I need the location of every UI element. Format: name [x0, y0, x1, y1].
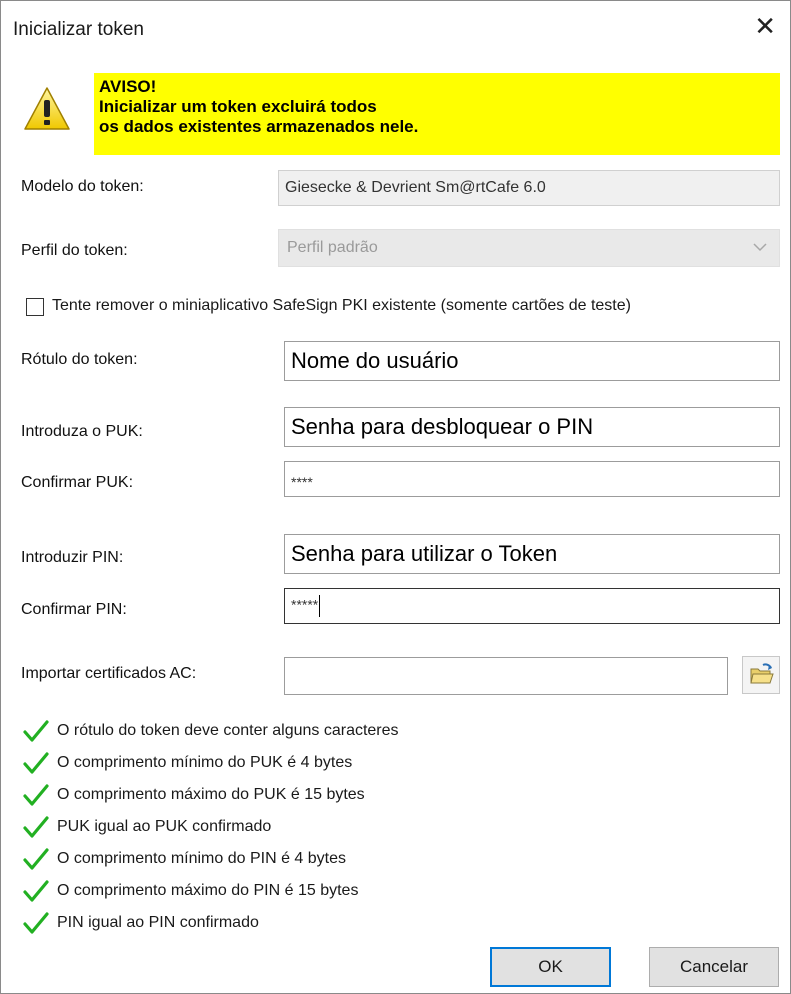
checkmark-icon	[23, 879, 49, 903]
token-label-input[interactable]: Nome do usuário	[284, 341, 780, 381]
ok-button[interactable]: OK	[490, 947, 611, 987]
pin-label: Introduzir PIN:	[21, 549, 124, 566]
browse-folder-button[interactable]	[742, 656, 780, 694]
confirm-puk-label: Confirmar PUK:	[21, 474, 134, 491]
validation-text: O comprimento máximo do PUK é 15 bytes	[57, 786, 365, 803]
close-button[interactable]: ✕	[754, 13, 776, 39]
checkmark-icon	[23, 815, 49, 839]
cancel-button[interactable]: Cancelar	[649, 947, 779, 987]
checkmark-icon	[23, 911, 49, 935]
validation-text: PIN igual ao PIN confirmado	[57, 914, 259, 931]
remove-applet-label[interactable]: Tente remover o miniaplicativo SafeSign …	[52, 297, 631, 315]
confirm-pin-value: *****	[291, 596, 319, 613]
validation-text: O comprimento mínimo do PIN é 4 bytes	[57, 850, 346, 867]
token-label-value: Nome do usuário	[291, 348, 459, 373]
warning-text: AVISO! Inicializar um token excluirá tod…	[99, 77, 418, 137]
pin-input[interactable]: Senha para utilizar o Token	[284, 534, 780, 574]
confirm-pin-value-wrap: *****	[291, 595, 321, 617]
puk-input[interactable]: Senha para desbloquear o PIN	[284, 407, 780, 447]
token-profile-value: Perfil padrão	[287, 239, 378, 256]
confirm-pin-label: Confirmar PIN:	[21, 601, 127, 618]
warning-line-1: Inicializar um token excluirá todos	[99, 97, 377, 116]
checkmark-icon	[23, 847, 49, 871]
validation-text: O comprimento mínimo do PUK é 4 bytes	[57, 754, 353, 771]
title-bar: Inicializar token ✕	[1, 1, 790, 53]
checkmark-icon	[23, 751, 49, 775]
window-title: Inicializar token	[13, 19, 144, 40]
token-label-label: Rótulo do token:	[21, 351, 138, 368]
puk-label: Introduza o PUK:	[21, 423, 143, 440]
dialog-window: Inicializar token ✕ AVISO! Inicializar u…	[0, 0, 791, 994]
validation-text: PUK igual ao PUK confirmado	[57, 818, 272, 835]
text-cursor	[319, 595, 321, 617]
checkmark-icon	[23, 783, 49, 807]
token-model-value: Giesecke & Devrient Sm@rtCafe 6.0	[285, 179, 546, 196]
confirm-pin-input[interactable]: *****	[284, 588, 780, 624]
confirm-puk-input[interactable]: ****	[284, 461, 780, 497]
warning-line-2: os dados existentes armazenados nele.	[99, 117, 419, 136]
warning-heading: AVISO!	[99, 77, 157, 96]
folder-open-icon	[750, 663, 774, 684]
token-model-field: Giesecke & Devrient Sm@rtCafe 6.0	[278, 170, 780, 206]
import-ca-label: Importar certificados AC:	[21, 665, 197, 682]
puk-value: Senha para desbloquear o PIN	[291, 414, 594, 439]
warning-triangle-icon	[23, 85, 71, 133]
validation-text: O rótulo do token deve conter alguns car…	[57, 722, 399, 739]
checkmark-icon	[23, 719, 49, 743]
token-profile-select[interactable]: Perfil padrão	[278, 229, 780, 267]
remove-applet-checkbox[interactable]	[26, 298, 44, 316]
token-model-label: Modelo do token:	[21, 178, 144, 195]
pin-value: Senha para utilizar o Token	[291, 541, 558, 566]
confirm-puk-value: ****	[291, 474, 313, 490]
import-ca-input[interactable]	[284, 657, 728, 695]
token-profile-label: Perfil do token:	[21, 242, 128, 259]
chevron-down-icon	[753, 240, 767, 255]
validation-text: O comprimento máximo do PIN é 15 bytes	[57, 882, 359, 899]
